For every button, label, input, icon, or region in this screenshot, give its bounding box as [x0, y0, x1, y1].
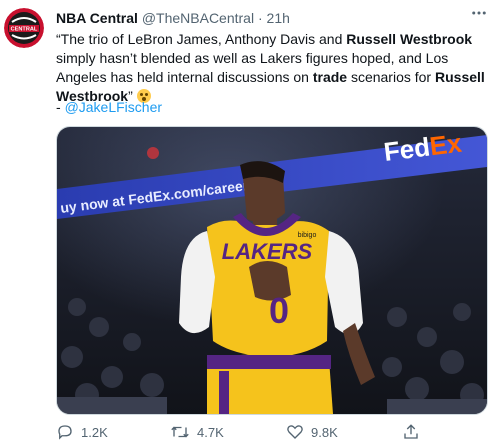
avatar-logo: CENTRAL	[4, 8, 44, 48]
media-photo: uy now at FedEx.com/careers FedEx LAKERS…	[57, 127, 487, 414]
avatar[interactable]: CENTRAL	[4, 8, 44, 48]
like-count: 9.8K	[311, 424, 338, 440]
tweet-header: NBA Central @TheNBACentral · 21h	[56, 10, 290, 26]
tweet-time[interactable]: 21h	[267, 10, 290, 26]
like-button[interactable]: 9.8K	[286, 422, 338, 442]
separator-dot: ·	[257, 10, 263, 26]
tweet-media[interactable]: uy now at FedEx.com/careers FedEx LAKERS…	[56, 126, 488, 415]
credit-prefix: -	[56, 99, 65, 115]
retweet-button[interactable]: 4.7K	[170, 422, 224, 442]
jersey-patch: bibigo	[298, 232, 317, 239]
fedex-fed: Fed	[382, 132, 432, 167]
share-icon	[404, 424, 418, 439]
credit-link[interactable]: @JakeLFischer	[65, 99, 162, 115]
jersey-team: LAKERS	[222, 239, 313, 264]
author-handle[interactable]: @TheNBACentral	[142, 10, 254, 26]
text-bold-trade: trade	[312, 69, 348, 85]
reply-icon	[58, 425, 72, 440]
reply-count: 1.2K	[81, 424, 108, 440]
tweet-actions: 1.2K 4.7K 9.8K	[0, 420, 500, 444]
author-name[interactable]: NBA Central	[56, 10, 138, 26]
text-part: “The trio of LeBron James, Anthony Davis…	[56, 31, 347, 47]
reply-button[interactable]: 1.2K	[56, 422, 108, 442]
tweet[interactable]: CENTRAL NBA Central @TheNBACentral · 21h…	[0, 0, 500, 444]
tweet-credit: - @JakeLFischer	[56, 99, 162, 115]
retweet-count: 4.7K	[197, 424, 224, 440]
like-icon	[287, 425, 303, 439]
retweet-icon	[171, 426, 189, 438]
avatar-text: CENTRAL	[11, 27, 38, 33]
share-button[interactable]	[402, 422, 427, 442]
jersey-number: 0	[269, 290, 289, 331]
text-part: scenarios for	[347, 69, 435, 85]
fedex-ex: Ex	[428, 128, 464, 162]
text-bold-westbrook: Russell Westbrook	[346, 31, 473, 47]
tweet-text: “The trio of LeBron James, Anthony Davis…	[56, 30, 488, 106]
more-icon[interactable]	[466, 4, 492, 24]
